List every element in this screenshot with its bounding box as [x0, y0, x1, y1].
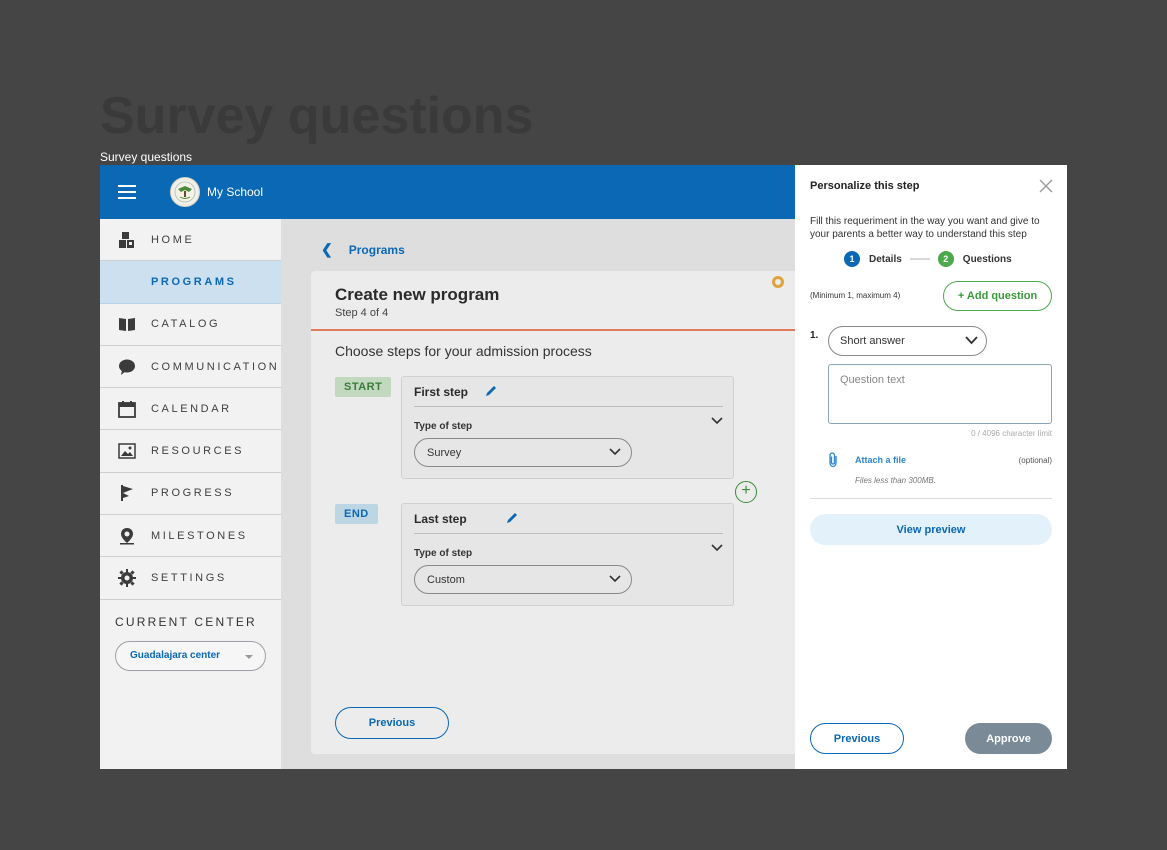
sidebar-item-label: COMMUNICATION	[151, 360, 280, 373]
school-name[interactable]: My School	[207, 185, 263, 199]
step-name: Last step	[414, 512, 467, 526]
breadcrumb-link[interactable]: Programs	[349, 243, 405, 257]
divider	[414, 533, 723, 534]
page-subheading: Survey questions	[100, 150, 193, 164]
panel-description: Fill this requeriment in the way you wan…	[810, 216, 1040, 240]
answer-type-value: Short answer	[840, 335, 905, 347]
sidebar-item-label: PROGRESS	[151, 487, 235, 500]
stepper-label-questions[interactable]: Questions	[963, 254, 1012, 265]
optional-label: (optional)	[1018, 456, 1052, 465]
page-heading: Survey questions	[100, 87, 534, 145]
stepper-number: 2	[937, 251, 954, 267]
menu-icon[interactable]	[118, 185, 136, 199]
type-of-step-value: Survey	[427, 446, 462, 459]
end-badge: END	[335, 504, 378, 524]
chevron-left-icon[interactable]: ❮	[321, 241, 333, 258]
blocks-icon	[118, 231, 136, 249]
sidebar-item-label: RESOURCES	[151, 445, 245, 458]
personalize-step-panel: Personalize this step Fill this requerim…	[795, 165, 1067, 769]
sidebar-item-communication[interactable]: COMMUNICATION	[100, 346, 281, 389]
progress-rule	[311, 329, 831, 331]
breadcrumb[interactable]: ❮ Programs	[321, 241, 405, 258]
book-icon	[118, 315, 136, 333]
sidebar-item-settings[interactable]: SETTINGS	[100, 557, 281, 600]
sidebar-item-label: CATALOG	[151, 318, 221, 331]
sidebar-item-programs[interactable]: PROGRAMS	[100, 261, 281, 304]
divider	[414, 406, 723, 407]
step-card-last: Last step Type of step Custom	[401, 503, 734, 606]
close-icon[interactable]	[1039, 179, 1053, 193]
sidebar-item-label: CALENDAR	[151, 402, 232, 415]
center-select[interactable]: Guadalajara center	[115, 640, 266, 671]
sidebar-item-progress[interactable]: PROGRESS	[100, 473, 281, 516]
step-card-first: First step Type of step Survey	[401, 376, 734, 479]
choose-steps-label: Choose steps for your admission process	[335, 343, 592, 359]
add-question-button[interactable]: + Add question	[943, 281, 1052, 311]
calendar-icon	[118, 400, 136, 418]
stepper: 1 Details 2 Questions	[844, 251, 1012, 267]
pencil-icon[interactable]	[484, 384, 498, 398]
divider	[810, 498, 1052, 499]
previous-button[interactable]: Previous	[335, 707, 449, 739]
type-of-step-label: Type of step	[414, 421, 473, 432]
caret-down-icon	[245, 654, 253, 659]
type-of-step-select[interactable]: Survey	[414, 438, 632, 467]
attach-file-link[interactable]: Attach a file	[855, 455, 906, 465]
sidebar-item-calendar[interactable]: CALENDAR	[100, 388, 281, 431]
sidebar: HOME PROGRAMS CATALOG COMMUNICATION CALE…	[100, 219, 281, 769]
type-of-step-select[interactable]: Custom	[414, 565, 632, 594]
current-center-label: CURRENT CENTER	[115, 614, 257, 629]
add-step-button[interactable]: +	[735, 481, 757, 503]
pencil-icon[interactable]	[505, 511, 519, 525]
chevron-down-icon	[609, 448, 621, 456]
sidebar-item-catalog[interactable]: CATALOG	[100, 304, 281, 346]
chevron-down-icon	[965, 336, 978, 345]
chat-bubble-icon	[118, 358, 136, 376]
flag-icon	[118, 484, 136, 502]
chevron-down-icon	[609, 575, 621, 583]
tree-icon	[174, 181, 196, 203]
card-step-indicator: Step 4 of 4	[335, 307, 389, 319]
panel-title: Personalize this step	[810, 180, 920, 192]
stepper-label-details[interactable]: Details	[869, 254, 902, 265]
sidebar-item-resources[interactable]: RESOURCES	[100, 430, 281, 473]
school-logo[interactable]	[170, 177, 200, 207]
gear-icon	[118, 569, 136, 588]
center-select-value: Guadalajara center	[130, 650, 221, 662]
sidebar-item-milestones[interactable]: MILESTONES	[100, 515, 281, 558]
question-number: 1.	[810, 330, 819, 341]
paperclip-icon[interactable]	[826, 452, 840, 468]
chevron-down-icon[interactable]	[711, 417, 723, 425]
sidebar-item-label: SETTINGS	[151, 572, 227, 585]
file-size-note: Files less than 300MB.	[855, 476, 936, 485]
sidebar-item-label: MILESTONES	[151, 529, 248, 542]
location-pin-icon	[118, 527, 136, 545]
step-name: First step	[414, 385, 469, 399]
stepper-connector	[909, 258, 930, 260]
type-of-step-label: Type of step	[414, 548, 473, 559]
question-limit-note: (Minimum 1, maximum 4)	[810, 291, 901, 300]
chevron-down-icon[interactable]	[711, 544, 723, 552]
character-limit: 0 / 4096 character limit	[971, 429, 1052, 438]
status-dot-icon	[772, 276, 784, 288]
type-of-step-value: Custom	[427, 573, 465, 586]
program-card: Create new program Step 4 of 4 Choose st…	[311, 271, 831, 754]
answer-type-select[interactable]: Short answer	[828, 326, 987, 356]
image-icon	[118, 442, 136, 460]
sidebar-item-label: PROGRAMS	[151, 275, 237, 288]
approve-button[interactable]: Approve	[965, 723, 1052, 754]
sidebar-item-home[interactable]: HOME	[100, 219, 281, 262]
panel-previous-button[interactable]: Previous	[810, 723, 904, 754]
stepper-number: 1	[844, 251, 860, 267]
start-badge: START	[335, 377, 392, 397]
view-preview-button[interactable]: View preview	[810, 514, 1052, 545]
sidebar-item-label: HOME	[151, 233, 195, 246]
question-text-field[interactable]: Question text	[828, 364, 1052, 424]
card-title: Create new program	[335, 285, 500, 304]
